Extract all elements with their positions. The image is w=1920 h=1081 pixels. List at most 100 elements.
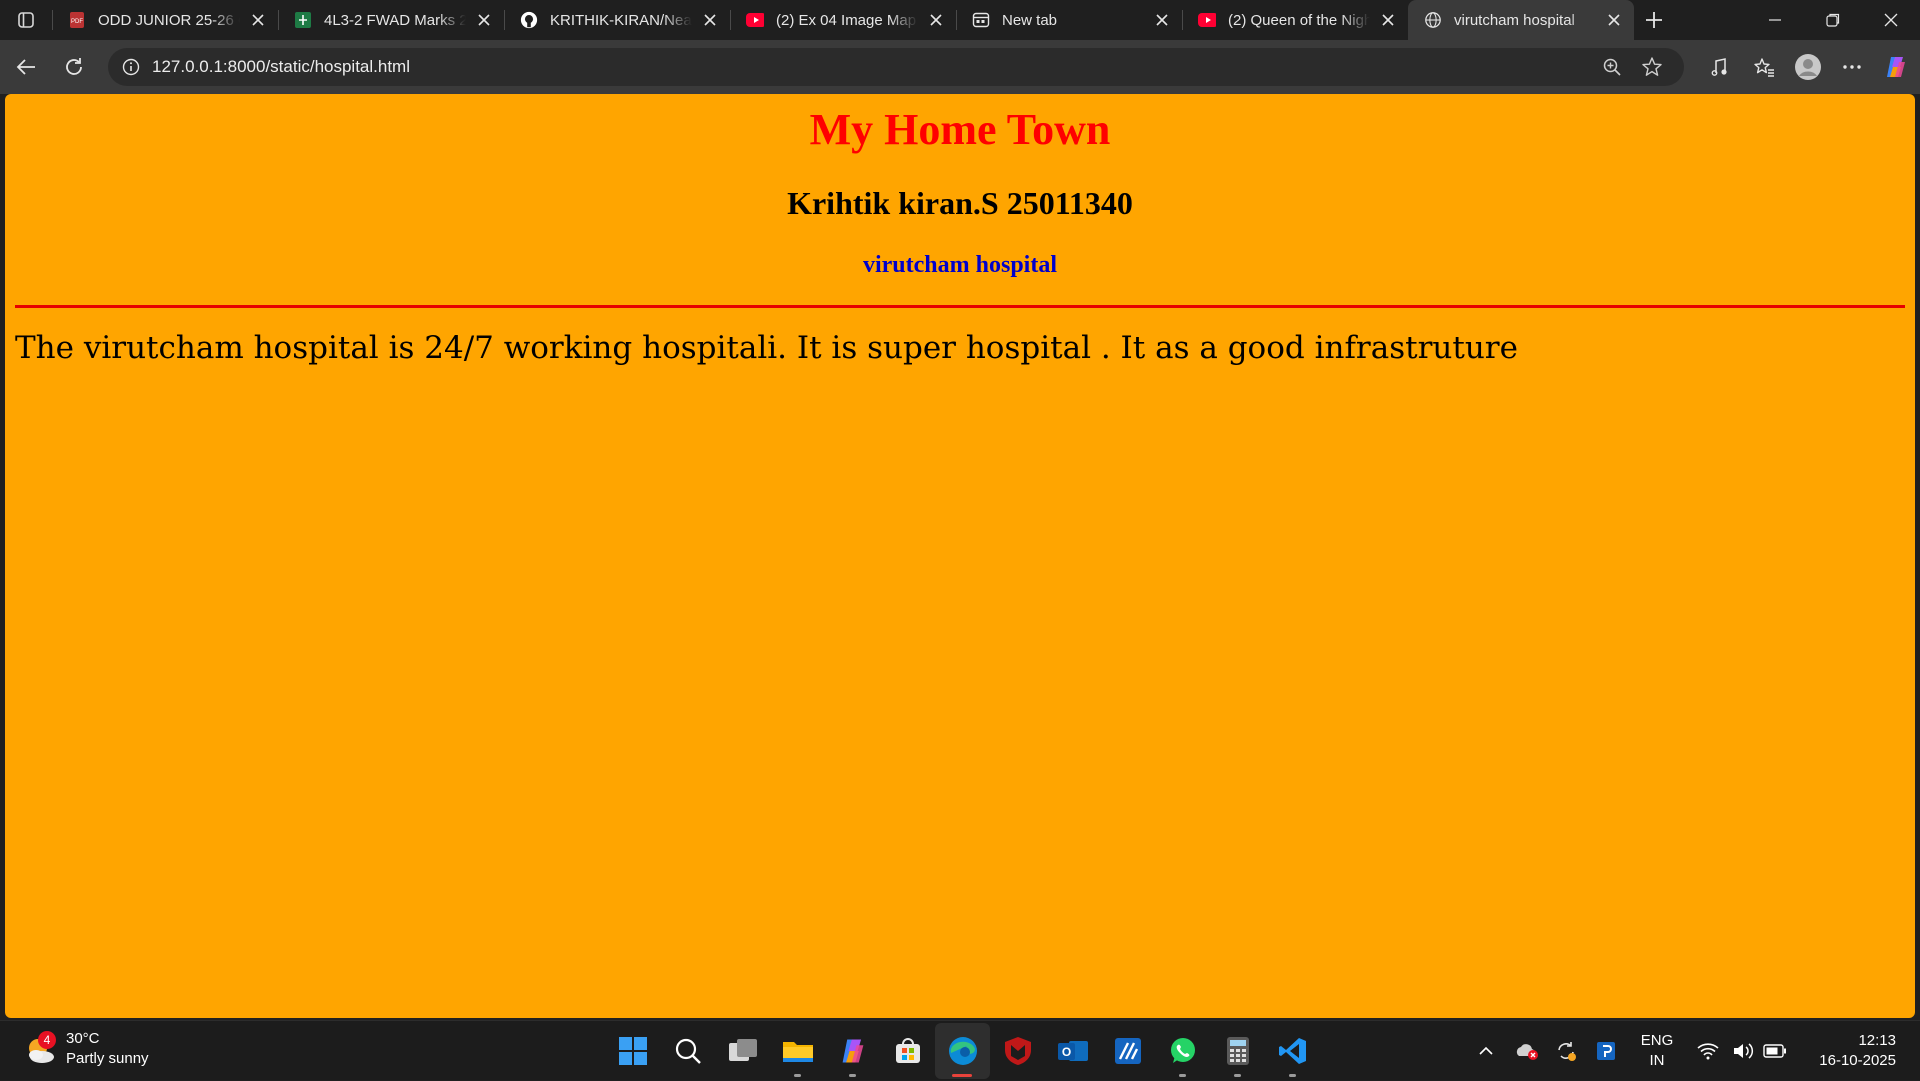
tab-github-nearm[interactable]: KRITHIK-KIRAN/NearM bbox=[504, 0, 730, 40]
tab-actions-button[interactable] bbox=[0, 0, 52, 40]
outlook-button[interactable]: O bbox=[1045, 1023, 1100, 1079]
restore-icon bbox=[1826, 13, 1840, 27]
mcafee-button[interactable] bbox=[990, 1023, 1045, 1079]
zoom-icon[interactable] bbox=[1592, 50, 1632, 84]
more-options-icon[interactable] bbox=[1830, 47, 1874, 87]
tab-actions-icon bbox=[18, 12, 34, 28]
close-tab-icon[interactable] bbox=[1152, 10, 1172, 30]
minimize-icon bbox=[1769, 19, 1781, 21]
new-tab-button[interactable] bbox=[1634, 0, 1674, 40]
file-explorer-button[interactable] bbox=[770, 1023, 825, 1079]
taskbar-apps: O bbox=[605, 1021, 1320, 1081]
hospital-heading: virutcham hospital bbox=[862, 252, 1057, 278]
clock-time: 12:13 bbox=[1858, 1032, 1896, 1049]
search-icon bbox=[675, 1038, 701, 1064]
system-tray: ENG IN 12:13 16-10-2025 bbox=[1466, 1021, 1920, 1081]
tab-title: virutcham hospital bbox=[1454, 11, 1575, 29]
tab-new-tab[interactable]: New tab bbox=[956, 0, 1182, 40]
tab-strip: PDF ODD JUNIOR 25-26 CS 4L3-2 FWAD Marks… bbox=[0, 0, 1920, 40]
favorite-star-icon[interactable] bbox=[1632, 50, 1672, 84]
copilot-icon[interactable] bbox=[1874, 47, 1918, 87]
windows-start-icon bbox=[618, 1037, 647, 1065]
tab-title: KRITHIK-KIRAN/NearM bbox=[550, 11, 692, 29]
tab-title: (2) Queen of the Night bbox=[1228, 11, 1370, 29]
clock[interactable]: 12:13 16-10-2025 bbox=[1796, 1031, 1896, 1071]
tab-title: New tab bbox=[1002, 11, 1058, 29]
horizontal-rule bbox=[15, 305, 1905, 308]
calculator-icon bbox=[1226, 1037, 1249, 1065]
address-bar[interactable]: 127.0.0.1:8000/static/hospital.html bbox=[108, 48, 1684, 86]
page-heading: My Home Town bbox=[809, 105, 1111, 154]
notification-badge: 4 bbox=[38, 1031, 56, 1049]
mcafee-shield-icon bbox=[1004, 1037, 1031, 1065]
taskbar: 4 30°C Partly sunny O ENG IN 12:13 16-10… bbox=[0, 1020, 1920, 1080]
tab-title: ODD JUNIOR 25-26 CS bbox=[98, 11, 240, 29]
bluetooth-app-icon[interactable] bbox=[1586, 1031, 1626, 1071]
vscode-icon bbox=[1278, 1038, 1306, 1064]
tab-odd-junior[interactable]: PDF ODD JUNIOR 25-26 CS bbox=[52, 0, 278, 40]
close-tab-icon[interactable] bbox=[926, 10, 946, 30]
plus-icon bbox=[1646, 12, 1662, 28]
close-tab-icon[interactable] bbox=[700, 10, 720, 30]
svg-text:O: O bbox=[1061, 1045, 1070, 1059]
tab-virutcham-hospital[interactable]: virutcham hospital bbox=[1408, 0, 1634, 40]
weather-partly-sunny-icon: 4 bbox=[22, 1030, 60, 1068]
show-hidden-icons-button[interactable] bbox=[1466, 1031, 1506, 1071]
microsoft-store-button[interactable] bbox=[880, 1023, 935, 1079]
close-tab-icon[interactable] bbox=[1378, 10, 1398, 30]
whatsapp-button[interactable] bbox=[1155, 1023, 1210, 1079]
back-arrow-icon bbox=[16, 59, 35, 75]
region-code: IN bbox=[1649, 1052, 1665, 1069]
copilot-app-button[interactable] bbox=[825, 1023, 880, 1079]
copilot-app-icon bbox=[842, 1039, 863, 1063]
whatsapp-icon bbox=[1170, 1038, 1195, 1063]
tab-image-map[interactable]: (2) Ex 04 Image Map [E bbox=[730, 0, 956, 40]
vscode-button[interactable] bbox=[1265, 1023, 1320, 1079]
minimize-button[interactable] bbox=[1746, 0, 1804, 40]
language-code: ENG bbox=[1640, 1032, 1674, 1049]
start-button[interactable] bbox=[605, 1023, 660, 1079]
sync-icon[interactable] bbox=[1546, 1031, 1586, 1071]
hospital-description: The virutcham hospital is 24/7 working h… bbox=[15, 330, 1518, 366]
clock-date: 16-10-2025 bbox=[1819, 1052, 1896, 1069]
close-icon bbox=[1884, 13, 1898, 27]
edge-icon bbox=[948, 1037, 977, 1065]
reload-button[interactable] bbox=[52, 47, 96, 87]
folder-icon bbox=[782, 1042, 813, 1062]
profile-avatar-icon[interactable] bbox=[1786, 47, 1830, 87]
outlook-icon: O bbox=[1057, 1041, 1088, 1061]
search-button[interactable] bbox=[660, 1023, 715, 1079]
close-window-button[interactable] bbox=[1862, 0, 1920, 40]
calculator-button[interactable] bbox=[1210, 1023, 1265, 1079]
onedrive-icon[interactable] bbox=[1506, 1031, 1546, 1071]
close-tab-icon[interactable] bbox=[1604, 10, 1624, 30]
tab-queen-of-night[interactable]: (2) Queen of the Night bbox=[1182, 0, 1408, 40]
wifi-icon[interactable] bbox=[1688, 1031, 1728, 1071]
browser-toolbar: 127.0.0.1:8000/static/hospital.html bbox=[0, 40, 1920, 94]
close-tab-icon[interactable] bbox=[474, 10, 494, 30]
read-aloud-icon[interactable] bbox=[1698, 47, 1742, 87]
task-view-button[interactable] bbox=[715, 1023, 770, 1079]
tab-title: (2) Ex 04 Image Map [E bbox=[776, 11, 918, 29]
favorites-icon[interactable] bbox=[1742, 47, 1786, 87]
stack-app-button[interactable] bbox=[1100, 1023, 1155, 1079]
address-url[interactable]: 127.0.0.1:8000/static/hospital.html bbox=[152, 57, 1592, 77]
battery-icon[interactable] bbox=[1758, 1031, 1792, 1071]
tab-title: 4L3-2 FWAD Marks 25 bbox=[324, 11, 466, 29]
close-tab-icon[interactable] bbox=[248, 10, 268, 30]
volume-icon[interactable] bbox=[1728, 1031, 1758, 1071]
weather-widget[interactable]: 4 30°C Partly sunny bbox=[22, 1029, 149, 1069]
site-info-icon[interactable] bbox=[120, 56, 142, 78]
tab-fwad-marks[interactable]: 4L3-2 FWAD Marks 25 bbox=[278, 0, 504, 40]
weather-temp: 30°C bbox=[66, 1030, 100, 1047]
reload-icon bbox=[66, 58, 82, 75]
window-controls bbox=[1746, 0, 1920, 40]
edge-button[interactable] bbox=[935, 1023, 990, 1079]
language-indicator[interactable]: ENG IN bbox=[1626, 1031, 1688, 1071]
sheets-icon bbox=[294, 11, 312, 29]
stack-app-icon bbox=[1114, 1038, 1141, 1064]
svg-text:PDF: PDF bbox=[71, 19, 83, 25]
restore-button[interactable] bbox=[1804, 0, 1862, 40]
back-button[interactable] bbox=[4, 47, 48, 87]
newtab-icon bbox=[972, 11, 990, 29]
